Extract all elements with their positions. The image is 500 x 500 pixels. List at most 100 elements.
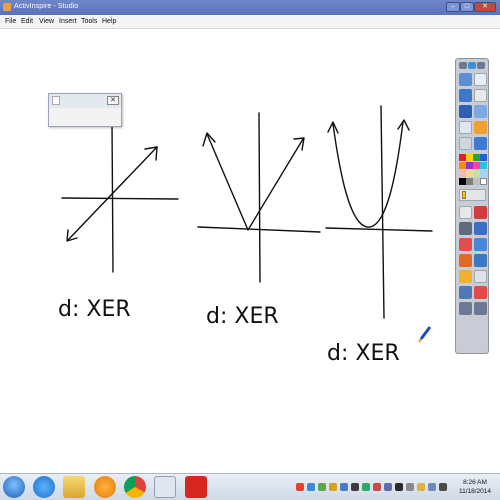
color-swatch[interactable]	[459, 170, 466, 177]
floating-window-titlebar[interactable]: ✕	[49, 94, 121, 108]
tray-app-icon[interactable]	[340, 483, 348, 491]
toolbox-close-icon[interactable]	[477, 62, 485, 69]
back-icon[interactable]	[459, 137, 472, 150]
tray-app-icon[interactable]	[307, 483, 315, 491]
slider-thumb[interactable]	[462, 191, 466, 199]
domain-label: d: XER	[206, 304, 279, 329]
tray-app-icon[interactable]	[373, 483, 381, 491]
pen-icon[interactable]	[459, 222, 472, 235]
tray-app-icon[interactable]	[329, 483, 337, 491]
flag-icon[interactable]	[439, 483, 447, 491]
shape-icon[interactable]	[459, 270, 472, 283]
arrow-head	[397, 119, 410, 131]
graph-parabola	[325, 105, 433, 319]
chrome-icon[interactable]	[124, 476, 146, 498]
menu-view[interactable]: View	[39, 18, 54, 25]
tray-app-icon[interactable]	[384, 483, 392, 491]
color-swatch[interactable]	[466, 162, 473, 169]
acrobat-reader-icon[interactable]	[185, 476, 207, 498]
y-axis	[258, 112, 261, 283]
color-swatch[interactable]	[466, 154, 473, 161]
tray-app-icon[interactable]	[395, 483, 403, 491]
flipchart-canvas[interactable]: d: XER d: XER d: XER ✕	[0, 29, 500, 473]
color-swatch[interactable]	[480, 162, 487, 169]
menu-tools[interactable]: Tools	[81, 18, 97, 25]
activinspire-icon[interactable]	[154, 476, 176, 498]
previous-page-icon[interactable]	[459, 121, 472, 134]
main-menu-icon[interactable]	[459, 73, 472, 86]
color-swatch[interactable]	[480, 178, 487, 185]
color-swatch[interactable]	[473, 178, 480, 185]
next-page-icon[interactable]	[474, 121, 487, 134]
toolbox-header[interactable]	[459, 62, 486, 70]
media-player-icon[interactable]	[94, 476, 116, 498]
close-button[interactable]: ✕	[474, 2, 496, 12]
clock[interactable]: 8:26 AM 11/18/2014	[453, 478, 497, 496]
menu-file[interactable]: File	[5, 18, 16, 25]
notification-icon[interactable]	[296, 483, 304, 491]
graph-absolute-value	[197, 112, 321, 283]
file-explorer-icon[interactable]	[63, 476, 85, 498]
eraser-icon[interactable]	[459, 238, 472, 251]
color-swatch[interactable]	[480, 154, 487, 161]
clock-time: 8:26 AM	[463, 479, 487, 486]
toolbox-pin-icon[interactable]	[468, 62, 476, 69]
reset-icon[interactable]	[474, 286, 487, 299]
app-icon	[3, 3, 11, 11]
undo-icon[interactable]	[459, 302, 472, 315]
menu-help[interactable]: Help	[102, 18, 116, 25]
floating-window-close-button[interactable]: ✕	[107, 96, 119, 105]
maximize-button[interactable]: □	[460, 2, 474, 12]
menu-insert[interactable]: Insert	[59, 18, 77, 25]
volume-icon[interactable]	[428, 483, 436, 491]
color-swatch[interactable]	[473, 154, 480, 161]
toolbox-menu-icon[interactable]	[459, 62, 467, 69]
fill-icon[interactable]	[459, 254, 472, 267]
color-swatch[interactable]	[459, 178, 466, 185]
taskbar: 8:26 AM 11/18/2014	[0, 473, 500, 500]
color-swatch[interactable]	[466, 178, 473, 185]
color-swatch[interactable]	[466, 170, 473, 177]
forward-icon[interactable]	[474, 137, 487, 150]
domain-label: d: XER	[327, 341, 400, 366]
delete-icon[interactable]	[474, 206, 487, 219]
title-bar: ActivInspire - Studio – □ ✕	[0, 0, 500, 15]
color-swatch[interactable]	[480, 170, 487, 177]
page-icon[interactable]	[474, 89, 487, 102]
parabola-curve	[332, 121, 404, 228]
start-button[interactable]	[3, 476, 25, 498]
desktop-icon[interactable]	[459, 105, 472, 118]
tray-app-icon[interactable]	[351, 483, 359, 491]
domain-label: d: XER	[58, 297, 131, 322]
color-swatch[interactable]	[473, 170, 480, 177]
color-swatch[interactable]	[459, 154, 466, 161]
annotate-icon[interactable]	[474, 105, 487, 118]
network-icon[interactable]	[417, 483, 425, 491]
y-axis	[111, 121, 114, 273]
browser-icon[interactable]	[474, 73, 487, 86]
menu-bar: File Edit View Insert Tools Help	[0, 15, 500, 29]
color-swatch[interactable]	[459, 162, 466, 169]
tools-icon[interactable]	[459, 286, 472, 299]
abs-curve	[206, 133, 304, 231]
highlighter-icon[interactable]	[474, 222, 487, 235]
page-icon	[52, 96, 60, 105]
flipchart-icon[interactable]	[459, 89, 472, 102]
connector-icon[interactable]	[474, 254, 487, 267]
menu-edit[interactable]: Edit	[21, 18, 33, 25]
floating-window[interactable]: ✕	[48, 93, 122, 127]
redo-icon[interactable]	[474, 302, 487, 315]
tray-app-icon[interactable]	[318, 483, 326, 491]
clock-date: 11/18/2014	[458, 488, 492, 495]
minimize-button[interactable]: –	[446, 2, 460, 12]
magic-ink-icon[interactable]	[474, 238, 487, 251]
internet-explorer-icon[interactable]	[33, 476, 55, 498]
color-swatch[interactable]	[473, 162, 480, 169]
tray-app-icon[interactable]	[362, 483, 370, 491]
x-axis	[61, 197, 179, 200]
pen-width-slider[interactable]	[459, 189, 486, 201]
text-icon[interactable]	[474, 270, 487, 283]
select-icon[interactable]	[459, 206, 472, 219]
toolbox[interactable]	[455, 58, 489, 354]
tray-app-icon[interactable]	[406, 483, 414, 491]
